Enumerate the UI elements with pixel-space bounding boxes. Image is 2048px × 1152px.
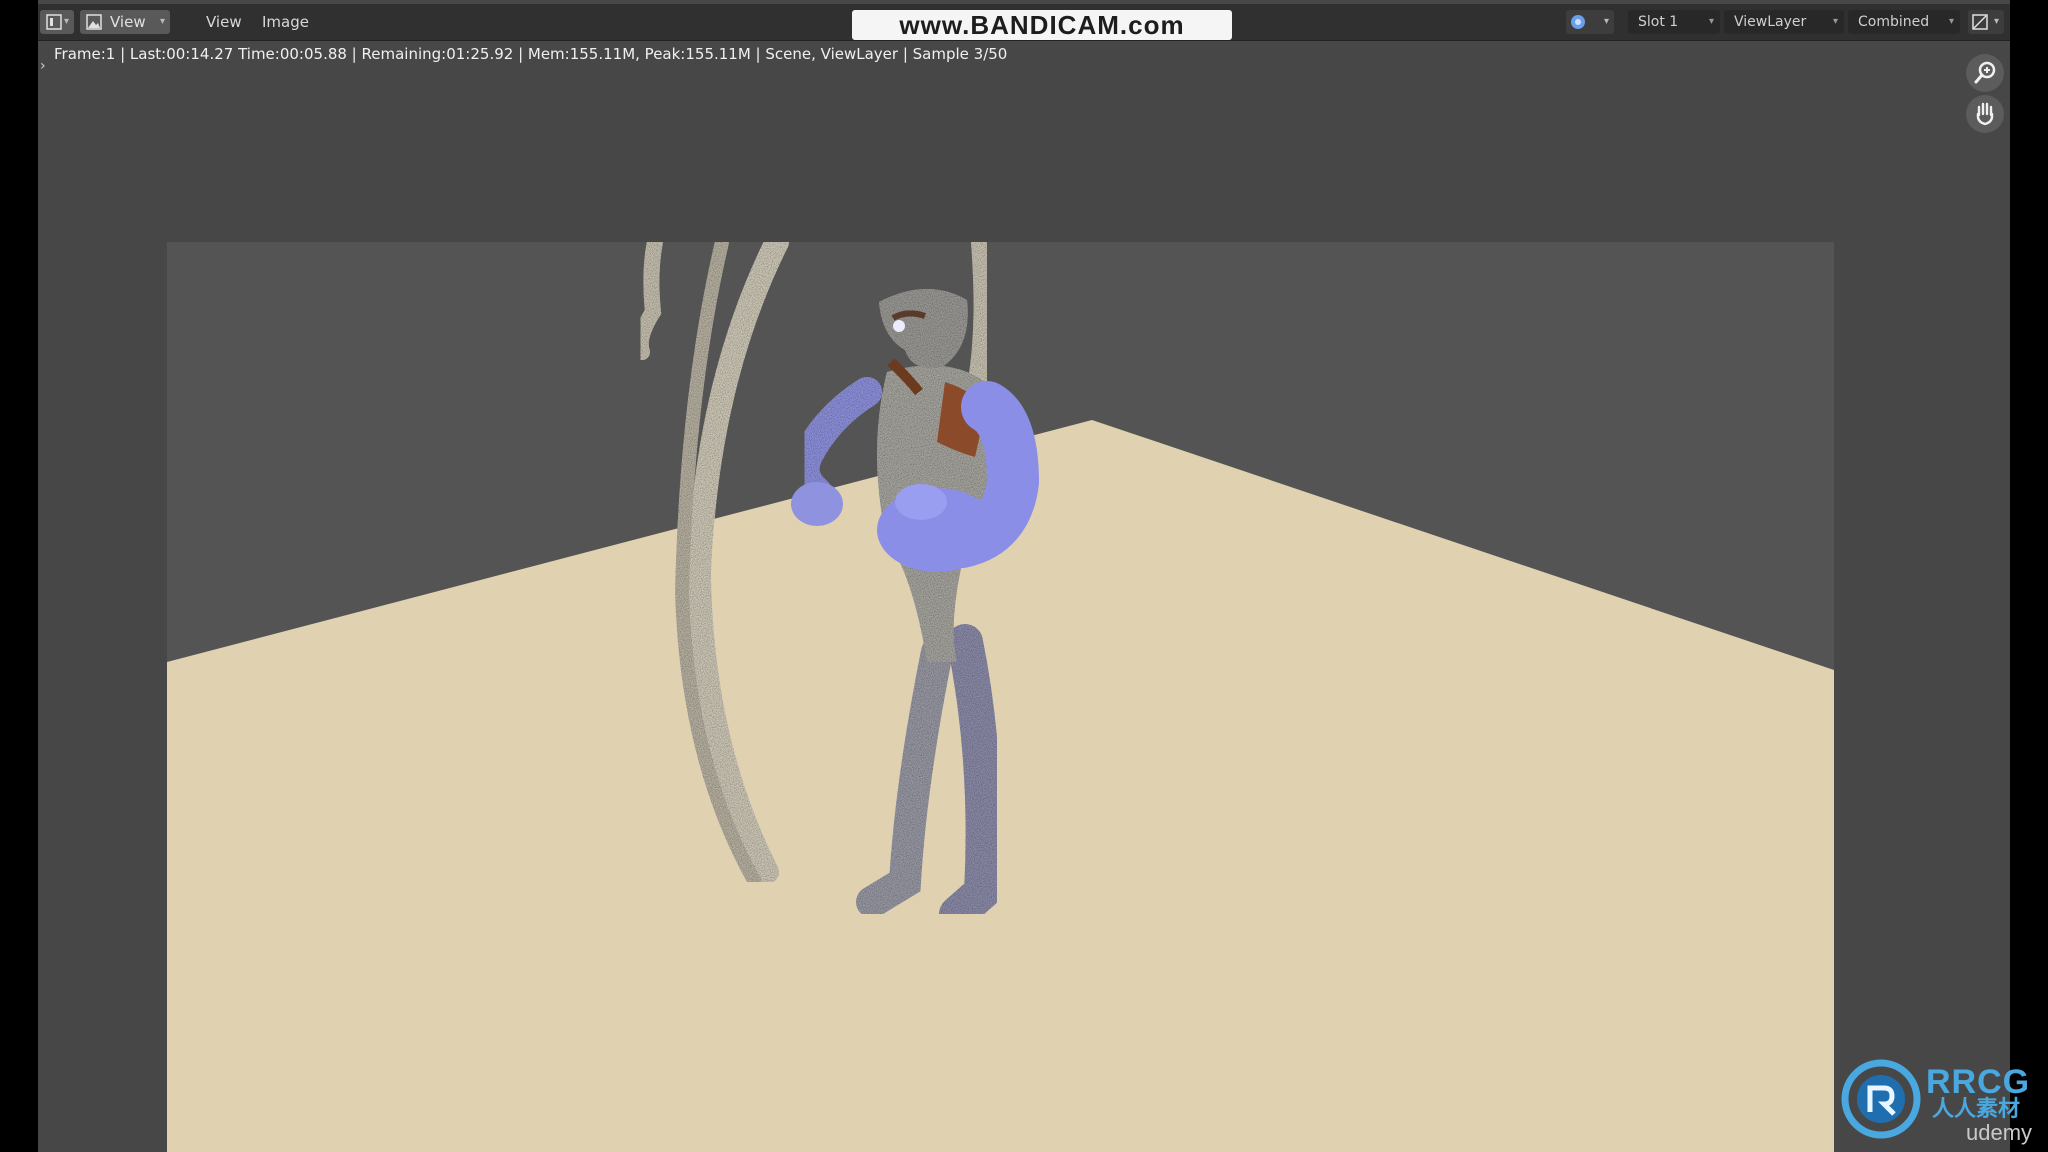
udemy-text: udemy [1966, 1120, 2033, 1145]
view-layer-dropdown[interactable]: ViewLayer ▾ [1724, 10, 1844, 34]
display-channels-icon [1972, 14, 1988, 30]
chevron-down-icon: ▾ [159, 16, 165, 27]
editor-header: ▾ View ▾ View Image www.BANDICAM.com ▾ S… [38, 4, 2010, 41]
sidebar-expand-icon[interactable]: › [40, 58, 46, 74]
render-status-text: Frame:1 | Last:00:14.27 Time:00:05.88 | … [54, 45, 1008, 63]
zoom-icon [1974, 61, 1996, 84]
rendered-scene [167, 242, 1834, 1152]
image-icon [86, 14, 102, 30]
render-pass-dropdown[interactable]: Combined ▾ [1848, 10, 1960, 34]
view-layer-label: ViewLayer [1734, 14, 1807, 30]
rrcg-brand-text: RRCG [1926, 1063, 2031, 1101]
rrcg-sub-text: 人人素材 [1932, 1097, 2021, 1122]
rrcg-watermark: RRCG 人人素材 udemy [1840, 1054, 2048, 1152]
bandicam-watermark: www.BANDICAM.com [852, 10, 1232, 40]
chevron-down-icon: ▾ [1708, 16, 1714, 27]
menu-image[interactable]: Image [262, 10, 309, 34]
chevron-down-icon: ▾ [1993, 16, 1999, 27]
render-result-image [167, 242, 1834, 1152]
pan-button[interactable] [1966, 95, 2004, 133]
slot-dropdown[interactable]: Slot 1 ▾ [1628, 10, 1720, 34]
image-browse-icon [1571, 15, 1585, 29]
chevron-down-icon: ▾ [63, 16, 69, 27]
image-editor: ▾ View ▾ View Image www.BANDICAM.com ▾ S… [38, 0, 2010, 1152]
rrcg-logo-icon [1841, 1059, 1921, 1139]
chevron-down-icon: ▾ [1832, 16, 1838, 27]
render-pass-label: Combined [1858, 14, 1930, 30]
zoom-button[interactable] [1966, 54, 2004, 92]
view-mode-label: View [110, 13, 146, 31]
hand-icon [1976, 102, 1994, 126]
chevron-down-icon: ▾ [1948, 16, 1954, 27]
slot-label: Slot 1 [1638, 14, 1679, 30]
menu-view[interactable]: View [206, 10, 242, 34]
image-browse-button[interactable]: ▾ [1566, 10, 1614, 34]
display-channels-button[interactable]: ▾ [1968, 10, 2004, 34]
chevron-down-icon: ▾ [1603, 16, 1609, 27]
view-mode-dropdown[interactable]: View ▾ [80, 10, 170, 34]
image-editor-icon [46, 14, 62, 30]
editor-type-button[interactable]: ▾ [40, 10, 74, 34]
